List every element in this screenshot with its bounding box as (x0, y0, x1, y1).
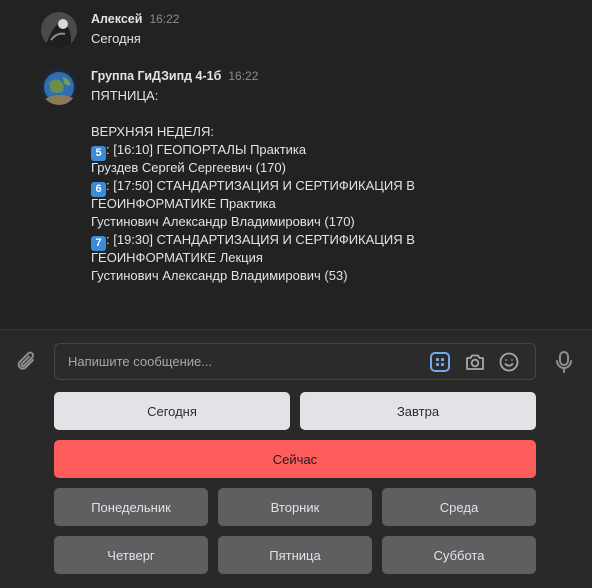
message-author[interactable]: Группа ГиДЗипд 4-1б (91, 69, 221, 83)
message-line: Сегодня (91, 31, 141, 46)
bot-keyboard-icon[interactable] (429, 351, 451, 373)
keyboard-button-friday[interactable]: Пятница (218, 536, 372, 574)
message-line: ВЕРХНЯЯ НЕДЕЛЯ: (91, 124, 214, 139)
keyboard-button-saturday[interactable]: Суббота (382, 536, 536, 574)
emoji-icon[interactable] (498, 351, 520, 373)
message-line: Груздев Сергей Сергеевич (170) (91, 160, 286, 175)
avatar-group[interactable] (41, 69, 77, 105)
avatar-alexey[interactable] (41, 12, 77, 48)
message-line: : [17:50] СТАНДАРТИЗАЦИЯ И СЕРТИФИКАЦИЯ … (106, 178, 415, 193)
message-text: Сегодня (91, 30, 521, 48)
microphone-icon[interactable] (552, 349, 576, 375)
keyboard-button-wednesday[interactable]: Среда (382, 488, 536, 526)
message-line: : [19:30] СТАНДАРТИЗАЦИЯ И СЕРТИФИКАЦИЯ … (106, 232, 415, 247)
message-history: Алексей 16:22 Сегодня Группа ГиДЗипд 4-1… (0, 0, 592, 329)
keyboard-button-today[interactable]: Сегодня (54, 392, 290, 430)
paperclip-icon[interactable] (14, 349, 40, 375)
keyboard-button-tuesday[interactable]: Вторник (218, 488, 372, 526)
message-time: 16:22 (228, 69, 259, 83)
message-line-empty (91, 105, 521, 123)
message-line: ГЕОИНФОРМАТИКЕ Практика (91, 196, 276, 211)
message-input-box (54, 343, 536, 380)
keyboard-button-monday[interactable]: Понедельник (54, 488, 208, 526)
schedule-item-6: 6: [17:50] СТАНДАРТИЗАЦИЯ И СЕРТИФИКАЦИЯ… (91, 177, 521, 197)
camera-icon[interactable] (464, 351, 486, 373)
message-line: : [16:10] ГЕОПОРТАЛЫ Практика (106, 142, 307, 157)
message-line: Густинович Александр Владимирович (170) (91, 214, 355, 229)
message-line: Густинович Александр Владимирович (53) (91, 268, 348, 283)
message-header: Группа ГиДЗипд 4-1б 16:22 (91, 69, 258, 87)
message-author[interactable]: Алексей (91, 12, 142, 26)
schedule-item-7: 7: [19:30] СТАНДАРТИЗАЦИЯ И СЕРТИФИКАЦИЯ… (91, 231, 521, 251)
keyboard-button-now[interactable]: Сейчас (54, 440, 536, 478)
schedule-item-5: 5: [16:10] ГЕОПОРТАЛЫ Практика (91, 141, 521, 161)
keyboard-button-tomorrow[interactable]: Завтра (300, 392, 536, 430)
message-input[interactable] (68, 344, 408, 379)
message-line: ПЯТНИЦА: (91, 88, 159, 103)
message-time: 16:22 (149, 12, 180, 26)
message-line: ГЕОИНФОРМАТИКЕ Лекция (91, 250, 263, 265)
message-header: Алексей 16:22 (91, 12, 179, 30)
message-text: ПЯТНИЦА: ВЕРХНЯЯ НЕДЕЛЯ: 5: [16:10] ГЕОП… (91, 87, 521, 285)
keyboard-button-thursday[interactable]: Четверг (54, 536, 208, 574)
